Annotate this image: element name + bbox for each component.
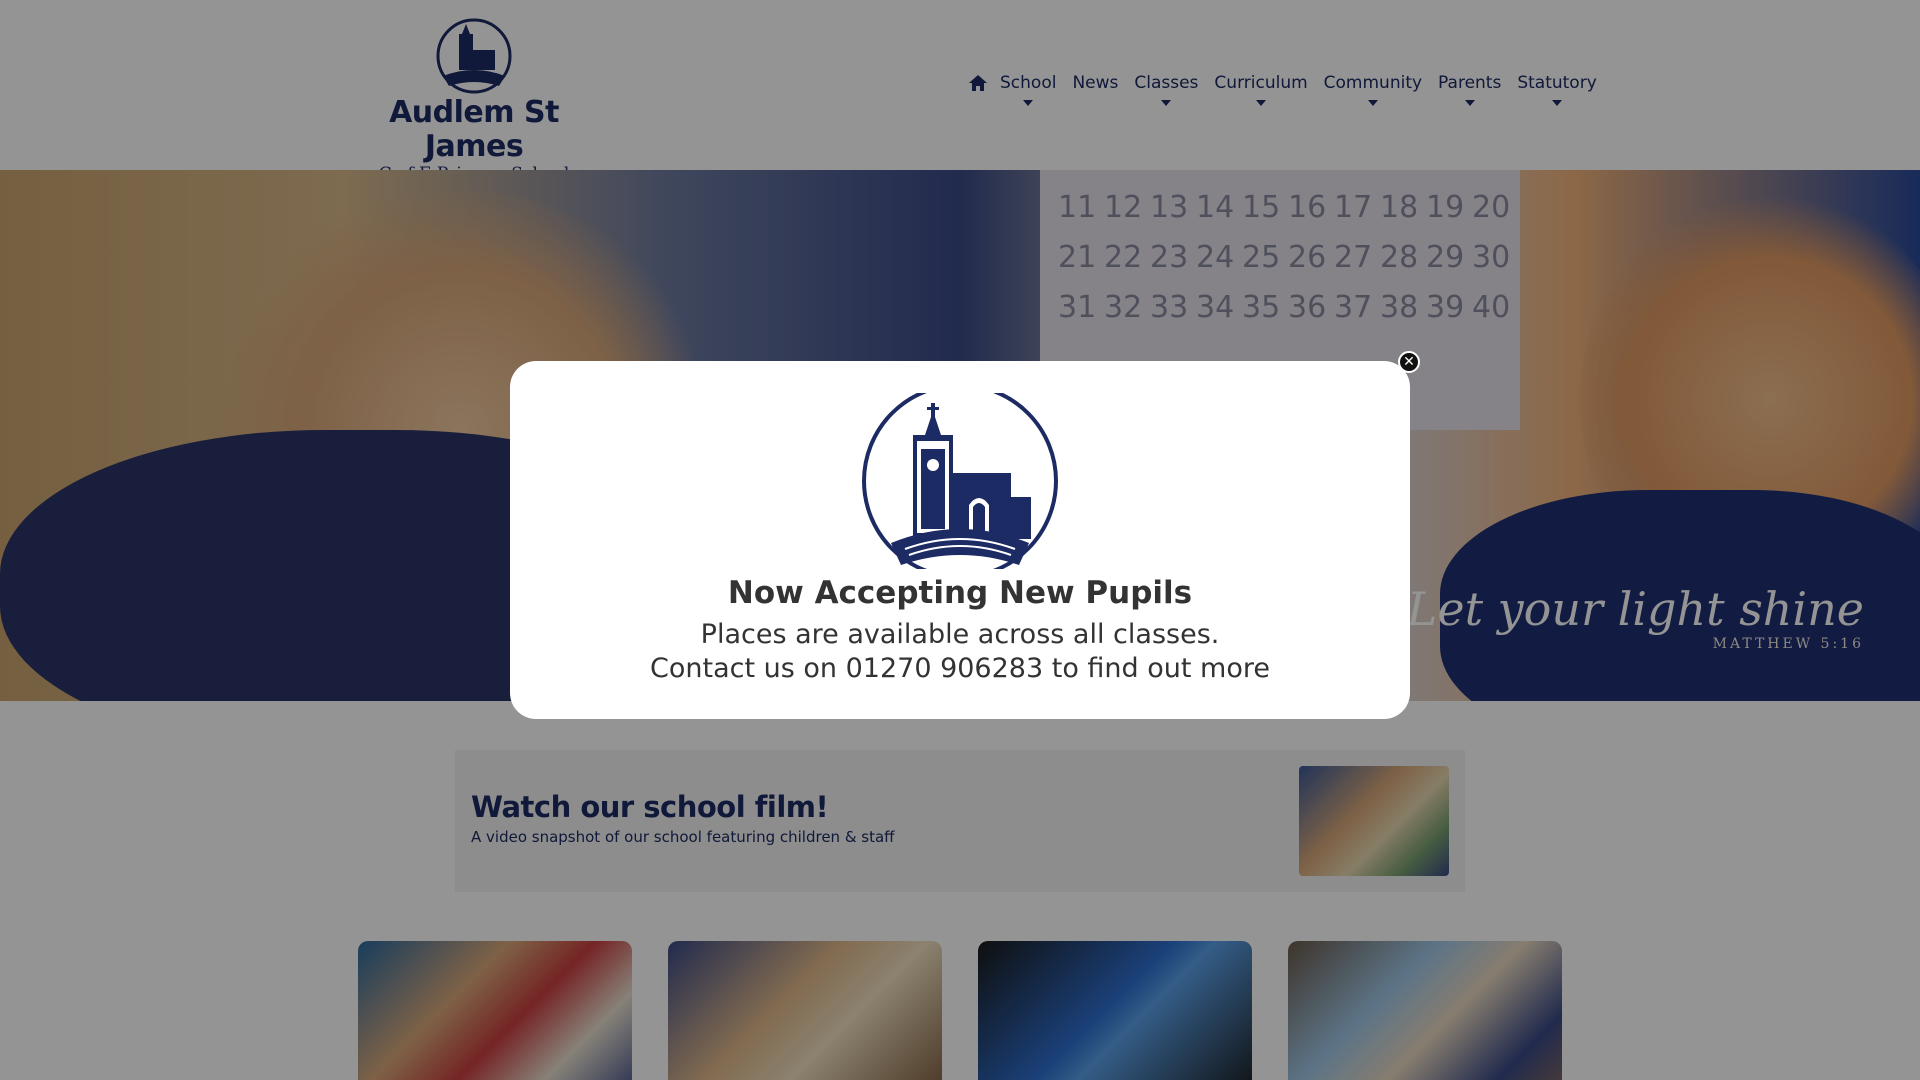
modal-text-line-2: Contact us on 01270 906283 to find out m… (650, 653, 1270, 684)
announcement-modal: Now Accepting New Pupils Places are avai… (510, 361, 1410, 719)
church-crest-icon (862, 393, 1058, 569)
close-icon[interactable]: ✕ (1398, 351, 1420, 373)
modal-text-line-1: Places are available across all classes. (700, 619, 1220, 650)
modal-title: Now Accepting New Pupils (727, 575, 1193, 611)
